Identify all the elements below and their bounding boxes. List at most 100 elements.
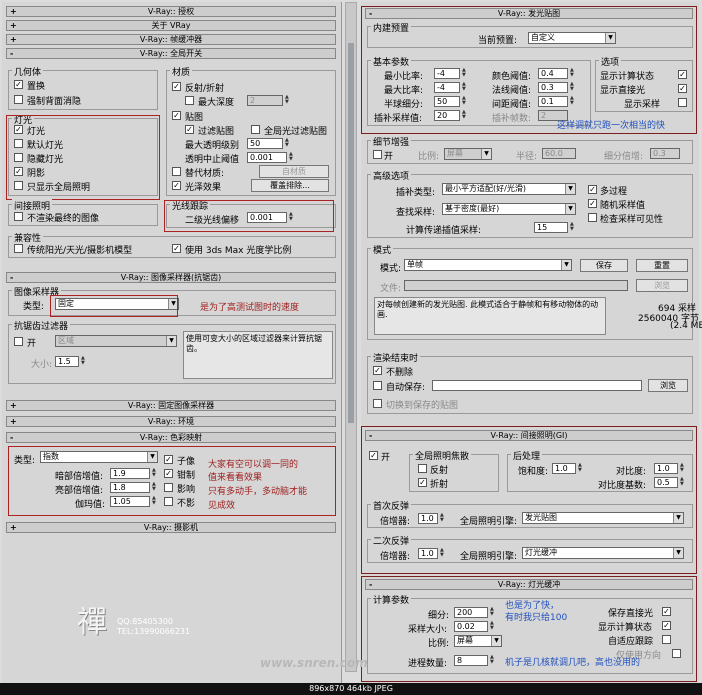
lc-passes-input[interactable]: 8 — [454, 655, 488, 666]
max-depth-checkbox[interactable] — [185, 96, 194, 105]
transp-cutoff-input[interactable]: 0.001 — [247, 152, 287, 163]
rollout-authorization[interactable]: + V-Ray:: 授权 — [6, 6, 336, 17]
rollout-image-sampler[interactable]: - V-Ray:: 图像采样器(抗锯齿) — [6, 272, 336, 283]
secondary-engine-dropdown[interactable]: 灯光缓冲 ▼ — [522, 547, 684, 559]
rollout-frame-buffer[interactable]: + V-Ray:: 帧缓冲器 — [6, 34, 336, 45]
interp-samples-spinner[interactable]: ▲ ▼ — [462, 110, 468, 121]
no-final-render-checkbox[interactable] — [14, 212, 23, 221]
lc-scale-dropdown[interactable]: 屏幕 ▼ — [454, 635, 502, 647]
rollout-about-vray[interactable]: + 关于 VRay — [6, 20, 336, 31]
saturation-spinner[interactable]: ▲ ▼ — [578, 463, 584, 474]
contrast-base-input[interactable]: 0.5 — [654, 477, 678, 488]
max-transp-input[interactable]: 50 — [247, 138, 283, 149]
max-rate-spinner[interactable]: ▲ ▼ — [462, 82, 468, 93]
lookup-dropdown[interactable]: 基于密度(最好) ▼ — [442, 203, 576, 215]
min-rate-spinner[interactable]: ▲ ▼ — [462, 68, 468, 79]
primary-mult-input[interactable]: 1.0 — [418, 513, 438, 524]
auto-save-checkbox[interactable] — [373, 381, 382, 390]
hsph-input[interactable]: 50 — [434, 96, 460, 107]
reset-button[interactable]: 重置 — [636, 259, 688, 272]
override-mtl-checkbox[interactable] — [172, 167, 181, 176]
dist-thresh-spinner[interactable]: ▲ ▼ — [570, 96, 576, 107]
detail-on-checkbox[interactable] — [373, 150, 382, 159]
transp-cutoff-spinner[interactable]: ▲ ▼ — [289, 152, 295, 163]
rollout-color-mapping[interactable]: - V-Ray:: 色彩映射 — [6, 432, 336, 443]
randomize-checkbox[interactable]: ✓ — [588, 199, 597, 208]
hsph-spinner[interactable]: ▲ ▼ — [462, 96, 468, 107]
clr-thresh-input[interactable]: 0.4 — [538, 68, 568, 79]
dist-thresh-input[interactable]: 0.1 — [538, 96, 568, 107]
switch-saved-checkbox[interactable] — [373, 399, 382, 408]
lc-dirs-only-checkbox[interactable] — [672, 649, 681, 658]
rollout-irradiance-map[interactable]: - V-Ray:: 发光贴图 — [365, 8, 693, 19]
aa-filter-on-checkbox[interactable] — [14, 337, 23, 346]
saturation-input[interactable]: 1.0 — [552, 463, 576, 474]
lc-sample-size-input[interactable]: 0.02 — [454, 621, 488, 632]
lc-subdivs-spinner[interactable]: ▲ ▼ — [490, 607, 496, 618]
max-depth-spinner[interactable]: ▲ ▼ — [285, 95, 291, 106]
rollout-global-switches[interactable]: - V-Ray:: 全局开关 — [6, 48, 336, 59]
max-depth-input[interactable]: 2 — [247, 95, 283, 106]
aa-size-spinner[interactable]: ▲ ▼ — [81, 356, 87, 367]
gi-on-checkbox[interactable]: ✓ — [369, 451, 378, 460]
rollout-fixed-sampler[interactable]: + V-Ray:: 固定图像采样器 — [6, 400, 336, 411]
rollout-camera[interactable]: + V-Ray:: 摄影机 — [6, 522, 336, 533]
legacy-sky-checkbox[interactable] — [14, 244, 23, 253]
contrast-spinner[interactable]: ▲ ▼ — [680, 463, 686, 474]
refl-refr-checkbox[interactable]: ✓ — [172, 82, 181, 91]
lc-passes-spinner[interactable]: ▲ ▼ — [490, 655, 496, 666]
backface-checkbox[interactable] — [14, 95, 23, 104]
primary-mult-spinner[interactable]: ▲ ▼ — [440, 513, 446, 524]
file-input[interactable] — [404, 280, 628, 291]
calc-pass-spinner[interactable]: ▲ ▼ — [570, 222, 576, 233]
contrast-input[interactable]: 1.0 — [654, 463, 678, 474]
aa-size-input[interactable]: 1.5 — [55, 356, 79, 367]
secondary-mult-input[interactable]: 1.0 — [418, 548, 438, 559]
use-3dsmax-photometric-checkbox[interactable]: ✓ — [172, 244, 181, 253]
check-vis-checkbox[interactable] — [588, 213, 597, 222]
save-button[interactable]: 保存 — [580, 259, 628, 272]
browse-button-disabled[interactable]: 浏览 — [636, 279, 688, 292]
reflective-checkbox[interactable] — [418, 464, 427, 473]
min-rate-input[interactable]: -4 — [434, 68, 460, 79]
max-rate-input[interactable]: -4 — [434, 82, 460, 93]
clr-thresh-spinner[interactable]: ▲ ▼ — [570, 68, 576, 79]
detail-mult-input[interactable]: 0.3 — [650, 148, 680, 159]
calc-pass-input[interactable]: 15 — [534, 222, 568, 233]
maps-checkbox[interactable]: ✓ — [172, 111, 181, 120]
displacement-checkbox[interactable]: ✓ — [14, 80, 23, 89]
preset-dropdown[interactable]: 自定义 ▼ — [528, 32, 616, 44]
primary-engine-dropdown[interactable]: 发光贴图 ▼ — [522, 512, 684, 524]
show-direct-checkbox[interactable]: ✓ — [678, 84, 687, 93]
show-calc-checkbox[interactable]: ✓ — [678, 70, 687, 79]
override-mtl-button[interactable]: 自材质 — [259, 165, 329, 178]
nrm-thresh-input[interactable]: 0.3 — [538, 82, 568, 93]
scrollbar-thumb[interactable] — [348, 43, 354, 423]
rollout-light-cache[interactable]: - V-Ray:: 灯光缓冲 — [365, 579, 693, 590]
secondary-mult-spinner[interactable]: ▲ ▼ — [440, 548, 446, 559]
multipass-checkbox[interactable]: ✓ — [588, 185, 597, 194]
rollout-environment[interactable]: + V-Ray:: 环境 — [6, 416, 336, 427]
detail-radius-input[interactable]: 60.0 — [542, 148, 576, 159]
vertical-scrollbar[interactable] — [345, 2, 357, 672]
rollout-gi[interactable]: - V-Ray:: 间接照明(GI) — [365, 430, 693, 441]
filter-maps-checkbox[interactable]: ✓ — [185, 125, 194, 134]
browse-button[interactable]: 浏览 — [648, 379, 688, 392]
lc-subdivs-input[interactable]: 200 — [454, 607, 488, 618]
lc-adaptive-checkbox[interactable] — [662, 635, 671, 644]
mode-dropdown[interactable]: 单帧 ▼ — [404, 259, 572, 271]
no-delete-checkbox[interactable]: ✓ — [373, 366, 382, 375]
nrm-thresh-spinner[interactable]: ▲ ▼ — [570, 82, 576, 93]
glossy-checkbox[interactable]: ✓ — [172, 181, 181, 190]
aa-filter-dropdown[interactable]: 区域 ▼ — [55, 335, 177, 347]
show-samples-checkbox[interactable] — [678, 98, 687, 107]
interp-samples-input[interactable]: 20 — [434, 110, 460, 121]
refractive-checkbox[interactable]: ✓ — [418, 478, 427, 487]
lc-show-calc-checkbox[interactable]: ✓ — [662, 621, 671, 630]
gi-filter-maps-checkbox[interactable] — [251, 125, 260, 134]
lc-sample-size-spinner[interactable]: ▲ ▼ — [490, 621, 496, 632]
detail-scale-dropdown[interactable]: 屏幕 ▼ — [444, 148, 492, 160]
lc-store-direct-checkbox[interactable]: ✓ — [662, 607, 671, 616]
contrast-base-spinner[interactable]: ▲ ▼ — [680, 477, 686, 488]
interp-type-dropdown[interactable]: 最小平方适配(好/光滑) ▼ — [442, 183, 576, 195]
